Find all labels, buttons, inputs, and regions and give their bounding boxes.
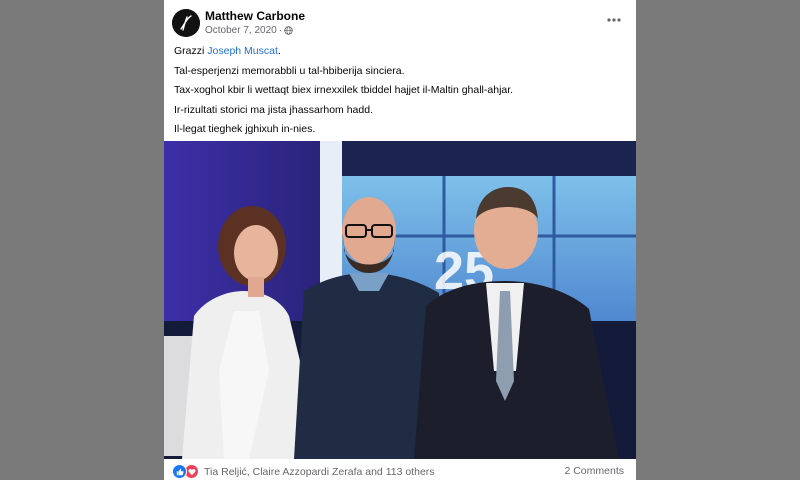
avatar[interactable] [172,9,200,37]
like-icon [172,464,187,479]
post-footer: Tia Reljić, Claire Azzopardi Zerafa and … [164,459,636,480]
more-horizontal-icon [607,18,621,22]
post-text-line-2: Tal-esperjenzi memorabbli u tal-hbiberij… [174,64,405,77]
avatar-logo-icon [172,9,200,37]
post-date[interactable]: October 7, 2020 [205,25,277,36]
post-text-line-4: Ir-rizultati storici ma jista jhassarhom… [174,103,373,116]
heart-icon [188,468,195,475]
post-text-line-5: Il-legat tieghek jghixuh in-nies. [174,123,316,135]
meta-separator: · [278,25,283,36]
facebook-post: Matthew Carbone October 7, 2020 · Grazzi… [164,0,636,480]
post-author-name[interactable]: Matthew Carbone [205,9,305,23]
post-meta: October 7, 2020 · [205,25,293,36]
post-text-line-1: Grazzi Joseph Muscat. [174,44,629,64]
thanks-text: Grazzi [174,45,208,57]
thumbs-up-icon [176,468,184,475]
reactions-names[interactable]: Tia Reljić, Claire Azzopardi Zerafa and … [204,466,435,478]
tv-studio-photo: 25 [164,141,636,459]
period-text: . [277,45,281,57]
globe-icon[interactable] [284,26,293,35]
post-text: Grazzi Joseph Muscat. Tal-esperjenzi mem… [174,44,629,142]
more-options-button[interactable] [604,10,624,30]
comments-count-link[interactable]: 2 Comments [564,465,624,477]
post-photo[interactable]: 25 [164,141,636,459]
mention-link[interactable]: Joseph Muscat [207,45,278,57]
post-header: Matthew Carbone October 7, 2020 · [164,0,636,40]
post-text-line-3: Tax-xoghol kbir li wettaqt biex irnexxil… [174,84,514,96]
reactions-summary[interactable]: Tia Reljić, Claire Azzopardi Zerafa and … [172,464,435,479]
